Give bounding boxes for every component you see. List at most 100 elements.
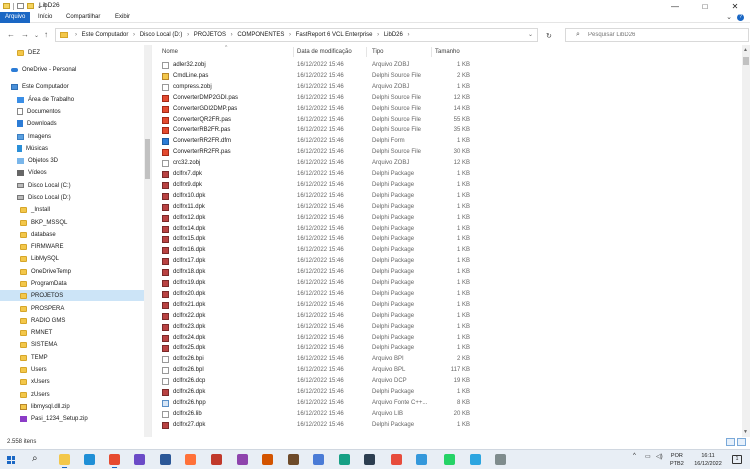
file-row[interactable]: dclfrx23.dpk 16/12/2022 15:46 Delphi Packa…	[160, 322, 470, 333]
folder-icon[interactable]	[3, 3, 10, 9]
sidebar-item[interactable]: xUsers	[20, 376, 50, 387]
clock[interactable]: 16:11 16/12/2022	[688, 452, 728, 468]
firefox-icon[interactable]	[185, 454, 196, 465]
sidebar-item[interactable]: Disco Local (D:)	[17, 192, 71, 203]
sidebar-item[interactable]: Disco Local (C:)	[17, 180, 71, 191]
sidebar-item[interactable]: Músicas	[17, 143, 48, 154]
file-row[interactable]: dclfrx26.hpp 16/12/2022 15:46 Arquivo Font…	[160, 398, 470, 409]
breadcrumb-componentes[interactable]: COMPONENTES	[237, 32, 284, 38]
word-icon[interactable]	[160, 454, 171, 465]
up-button[interactable]: ↑	[44, 30, 48, 39]
edge-icon[interactable]	[84, 454, 95, 465]
refresh-button[interactable]: ↻	[546, 32, 552, 40]
file-row[interactable]: adler32.zobj 16/12/2022 15:46 Arquivo ZOBJ…	[160, 60, 470, 71]
file-explorer-icon[interactable]	[59, 454, 70, 468]
file-row[interactable]: dclfrx7.dpk 16/12/2022 15:46 Delphi Packag…	[160, 169, 470, 180]
tab-arquivo[interactable]: Arquivo	[0, 12, 31, 23]
volume-icon[interactable]: ◁)	[656, 453, 663, 460]
sidebar-item[interactable]: RMNET	[20, 327, 52, 338]
column-divider[interactable]	[293, 47, 294, 57]
sidebar-item[interactable]: OneDriveTemp	[20, 266, 71, 277]
app-icon[interactable]	[237, 454, 248, 465]
app-icon[interactable]	[288, 454, 299, 465]
sidebar-item[interactable]: FIRMWARE	[20, 241, 63, 252]
tab-compartilhar[interactable]: Compartilhar	[61, 12, 105, 23]
breadcrumb-disco-d[interactable]: Disco Local (D:)	[140, 32, 183, 38]
maximize-button[interactable]: □	[690, 0, 720, 12]
breadcrumb-libd26[interactable]: LibD26	[384, 32, 403, 38]
file-row[interactable]: dclfrx21.dpk 16/12/2022 15:46 Delphi Packa…	[160, 300, 470, 311]
sidebar-item[interactable]: Pasi_1234_Setup.zip	[20, 413, 88, 424]
column-header-type[interactable]: Tipo	[372, 49, 383, 55]
telegram-icon[interactable]	[470, 454, 481, 465]
large-icons-view-icon[interactable]	[737, 438, 746, 446]
sidebar-item[interactable]: Vídeos	[17, 167, 47, 178]
breadcrumb-este-computador[interactable]: Este Computador	[82, 32, 129, 38]
sidebar-item[interactable]: Users	[20, 364, 47, 375]
file-row[interactable]: crc32.zobj 16/12/2022 15:46 Arquivo ZOBJ 12…	[160, 158, 470, 169]
file-row[interactable]: dclfrx16.dpk 16/12/2022 15:46 Delphi Packa…	[160, 245, 470, 256]
sidebar-item[interactable]: zUsers	[20, 389, 50, 400]
sidebar-item[interactable]: Objetos 3D	[17, 155, 58, 166]
file-row[interactable]: dclfrx26.dpk 16/12/2022 15:46 Delphi Packa…	[160, 387, 470, 398]
address-dropdown-icon[interactable]: ⌄	[528, 31, 533, 38]
file-row[interactable]: dclfrx19.dpk 16/12/2022 15:46 Delphi Packa…	[160, 278, 470, 289]
file-row[interactable]: dclfrx18.dpk 16/12/2022 15:46 Delphi Packa…	[160, 267, 470, 278]
column-header-date[interactable]: Data de modificação	[297, 49, 352, 55]
sidebar-item[interactable]: database	[20, 229, 56, 240]
file-row[interactable]: ConverterGDI2DMP.pas 16/12/2022 15:46 Delp…	[160, 104, 470, 115]
file-row[interactable]: dclfrx9.dpk 16/12/2022 15:46 Delphi Packag…	[160, 180, 470, 191]
navigation-pane-scrollbar[interactable]	[144, 45, 151, 437]
help-icon[interactable]: ?	[737, 14, 744, 21]
close-button[interactable]: ✕	[720, 0, 750, 12]
tab-exibir[interactable]: Exibir	[110, 12, 135, 23]
file-row[interactable]: dclfrx26.bpl 16/12/2022 15:46 Arquivo BPL 1…	[160, 365, 470, 376]
sidebar-item[interactable]: Área de Trabalho	[17, 94, 74, 105]
app-icon[interactable]	[364, 454, 375, 465]
chrome-icon[interactable]	[109, 454, 120, 468]
app-icon[interactable]	[391, 454, 402, 465]
file-row[interactable]: dclfrx15.dpk 16/12/2022 15:46 Delphi Packa…	[160, 234, 470, 245]
network-icon[interactable]: ▭	[645, 453, 651, 460]
sidebar-item[interactable]: DEZ	[17, 47, 40, 58]
file-row[interactable]: dclfrx25.dpk 16/12/2022 15:46 Delphi Packa…	[160, 343, 470, 354]
file-row[interactable]: dclfrx26.dcp 16/12/2022 15:46 Arquivo DCP 1…	[160, 376, 470, 387]
app-icon[interactable]	[134, 454, 145, 465]
file-row[interactable]: ConverterRB2FR.pas 16/12/2022 15:46 Delphi…	[160, 125, 470, 136]
app-icon[interactable]	[262, 454, 273, 465]
file-row[interactable]: CmdLine.pas 16/12/2022 15:46 Delphi Source…	[160, 71, 470, 82]
back-button[interactable]: ←	[7, 30, 15, 39]
file-row[interactable]: ConverterDMP2GDI.pas 16/12/2022 15:46 Delp…	[160, 93, 470, 104]
file-row[interactable]: dclfrx12.dpk 16/12/2022 15:46 Delphi Packa…	[160, 213, 470, 224]
search-input[interactable]	[588, 30, 738, 40]
recent-locations-button[interactable]: ⌄	[34, 32, 39, 39]
scroll-up-icon[interactable]: ▲	[743, 47, 748, 53]
file-row[interactable]: dclfrx22.dpk 16/12/2022 15:46 Delphi Packa…	[160, 311, 470, 322]
sidebar-item[interactable]: SISTEMA	[20, 339, 57, 350]
sidebar-item[interactable]: OneDrive - Personal	[11, 64, 76, 75]
notification-center-icon[interactable]: 1	[732, 455, 742, 464]
file-row[interactable]: dclfrx10.dpk 16/12/2022 15:46 Delphi Packa…	[160, 191, 470, 202]
file-row[interactable]: dclfrx27.dpk 16/12/2022 15:46 Delphi Packa…	[160, 420, 470, 431]
file-row[interactable]: ConverterRR2FR.dfm 16/12/2022 15:46 Delphi…	[160, 136, 470, 147]
app-icon[interactable]	[416, 454, 427, 465]
column-header-name[interactable]: Nome	[162, 49, 178, 55]
file-row[interactable]: ConverterQR2FR.pas 16/12/2022 15:46 Delphi…	[160, 115, 470, 126]
scrollbar-thumb[interactable]	[743, 57, 749, 65]
properties-icon[interactable]	[17, 3, 24, 9]
tab-inicio[interactable]: Início	[33, 12, 57, 23]
sidebar-item[interactable]: BKP_MSSQL	[20, 217, 67, 228]
scroll-down-icon[interactable]: ▼	[743, 429, 748, 435]
file-list-scrollbar[interactable]: ▲ ▼	[742, 45, 750, 437]
tray-overflow-icon[interactable]: ^	[633, 453, 636, 459]
whatsapp-icon[interactable]	[444, 454, 455, 465]
sidebar-item[interactable]: LibMySQL	[20, 253, 59, 264]
file-row[interactable]: dclfrx26.bpi 16/12/2022 15:46 Arquivo BPI 2…	[160, 354, 470, 365]
new-folder-icon[interactable]	[27, 3, 34, 9]
scrollbar-thumb[interactable]	[145, 139, 150, 179]
column-divider[interactable]	[431, 47, 432, 57]
sidebar-item[interactable]: Documentos	[17, 106, 61, 117]
minimize-button[interactable]: —	[660, 0, 690, 12]
file-row[interactable]: dclfrx26.lib 16/12/2022 15:46 Arquivo LIB 2…	[160, 409, 470, 420]
search-box[interactable]: ⌕	[565, 28, 749, 42]
